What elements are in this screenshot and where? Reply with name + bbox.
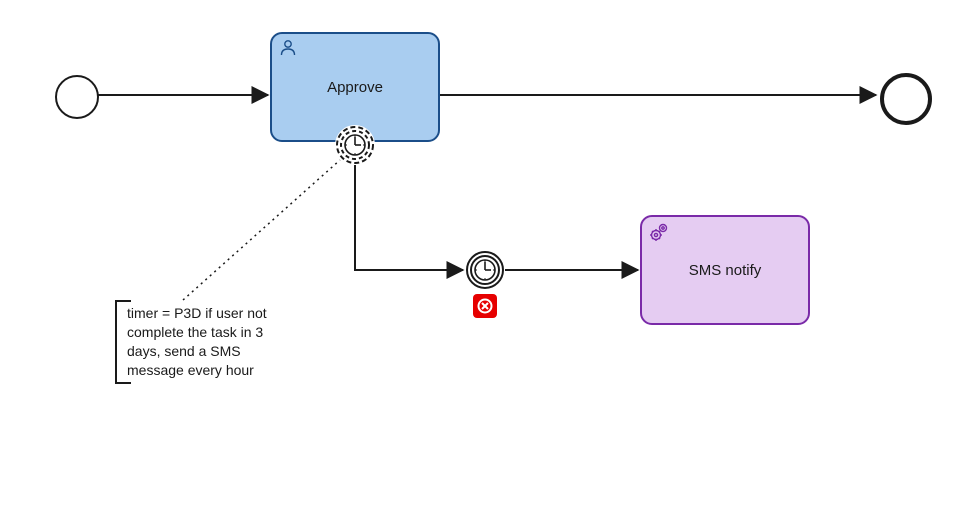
intermediate-timer-event[interactable] [465, 250, 505, 290]
end-event[interactable] [880, 73, 932, 125]
service-task-icon [648, 221, 670, 247]
text-annotation[interactable]: timer = P3D if user not complete the tas… [115, 300, 283, 384]
annotation-text: timer = P3D if user not complete the tas… [127, 305, 267, 378]
timer-icon [335, 125, 375, 165]
error-marker-icon [473, 294, 497, 318]
flow-boundary-to-intermediate [355, 165, 463, 270]
sms-notify-service-task[interactable]: SMS notify [640, 215, 810, 325]
approve-task-label: Approve [327, 79, 383, 96]
sms-task-label: SMS notify [689, 262, 762, 279]
timer-icon [465, 250, 505, 290]
user-task-icon [278, 38, 298, 62]
boundary-timer-event[interactable] [335, 125, 375, 165]
start-event[interactable] [55, 75, 99, 119]
association-annotation-to-timer [183, 160, 340, 300]
